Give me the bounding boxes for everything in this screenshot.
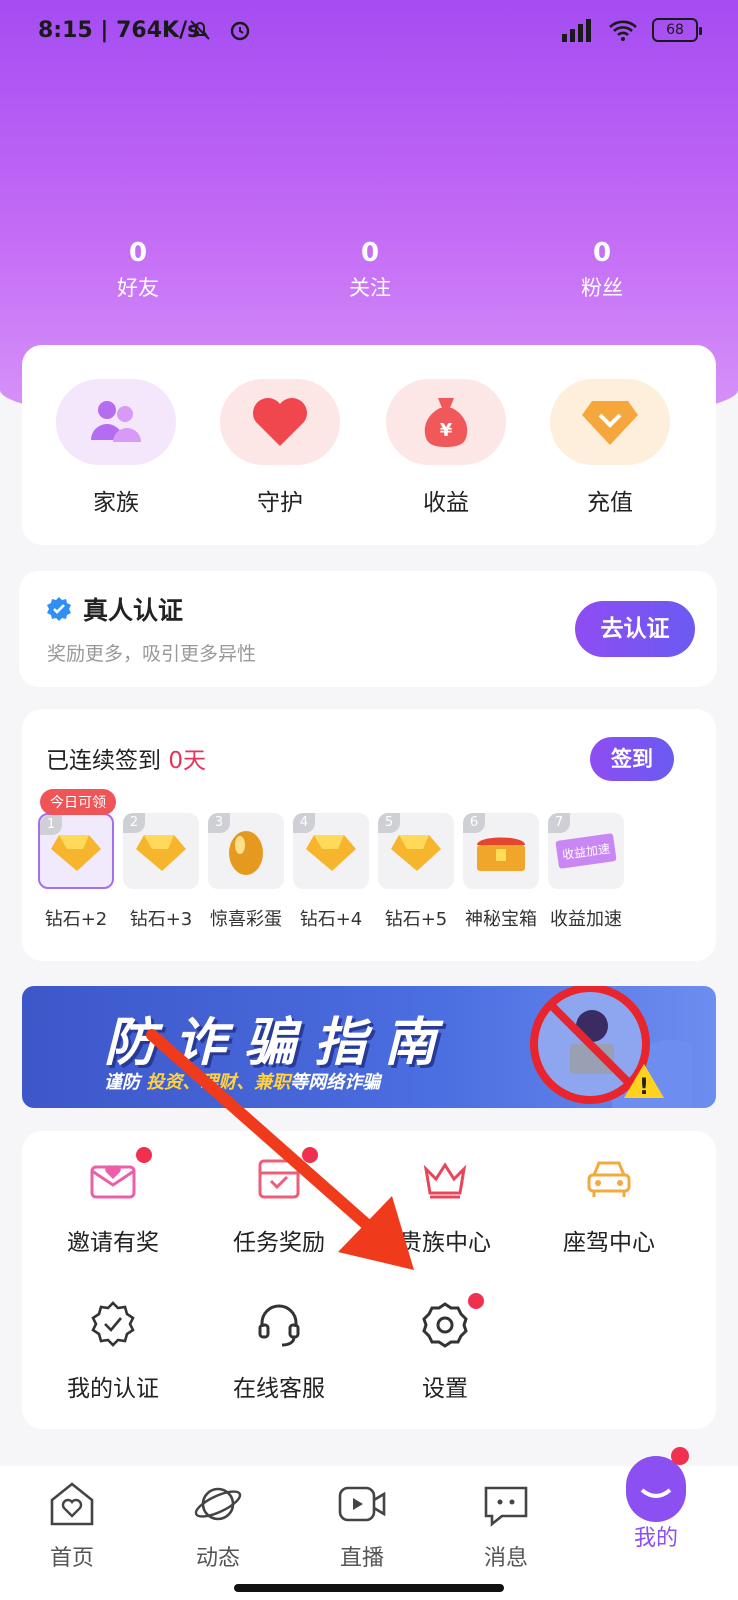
boost-ticket-icon: 收益加速 <box>555 833 617 869</box>
signin-day-7[interactable]: 7 收益加速 收益加速 <box>548 813 624 931</box>
profile-icon <box>626 1447 689 1522</box>
signin-button[interactable]: 签到 <box>590 737 674 781</box>
signin-streak-text: 已连续签到 0天 <box>46 748 206 774</box>
family-icon <box>91 401 141 442</box>
tab-live[interactable]: 直播 <box>312 1478 412 1572</box>
banner-subtitle: 谨防 投资、理财、兼职等网络诈骗 <box>104 1072 381 1093</box>
quick-actions-card: 家族 守护 ¥ 收益 充值 <box>22 345 716 545</box>
today-claimable-badge: 今日可领 <box>40 789 116 815</box>
quick-family[interactable]: 家族 <box>56 379 176 517</box>
anti-fraud-banner[interactable]: 防诈骗指南 谨防 投资、理财、兼职等网络诈骗 ! <box>22 986 716 1108</box>
quick-recharge[interactable]: 充值 <box>550 379 670 517</box>
notification-dot <box>468 1293 484 1309</box>
home-icon <box>50 1482 94 1526</box>
signin-day-1[interactable]: 1 钻石+2 <box>38 813 114 931</box>
signin-day-5[interactable]: 5 钻石+5 <box>378 813 454 931</box>
headset-icon <box>258 1304 300 1347</box>
alarm-icon <box>230 21 250 41</box>
quick-guard[interactable]: 守护 <box>220 379 340 517</box>
gear-icon <box>422 1302 468 1348</box>
diamond-reward-icon <box>391 835 441 871</box>
tab-home[interactable]: 首页 <box>22 1478 122 1572</box>
signin-day-3[interactable]: 3 惊喜彩蛋 <box>208 813 284 931</box>
signin-day-6[interactable]: 6 神秘宝箱 <box>463 813 539 931</box>
treasure-chest-icon <box>477 837 525 871</box>
stat-following[interactable]: 0 关注 <box>300 238 440 302</box>
profile-stats: 0 好友 0 关注 0 粉丝 <box>0 238 738 318</box>
real-person-verification-card: 真人认证 奖励更多，吸引更多异性 去认证 <box>19 571 717 687</box>
menu-online-service[interactable]: 在线客服 <box>204 1299 354 1403</box>
menu-vehicle-center[interactable]: 座驾中心 <box>534 1153 684 1257</box>
certified-badge-icon <box>91 1301 135 1347</box>
verification-subtitle: 奖励更多，吸引更多异性 <box>47 643 257 665</box>
menu-invite-reward[interactable]: 邀请有奖 <box>38 1147 188 1257</box>
video-icon <box>338 1486 386 1522</box>
signin-day-2[interactable]: 2 钻石+3 <box>123 813 199 931</box>
diamond-reward-icon <box>136 835 186 871</box>
golden-egg-icon <box>229 831 263 875</box>
invite-envelope-icon <box>90 1165 136 1199</box>
chat-icon <box>484 1486 528 1527</box>
banner-title: 防诈骗指南 <box>104 1013 455 1073</box>
mute-icon <box>190 20 210 40</box>
daily-signin-card: 已连续签到 0天 签到 1 钻石+2 2 钻石+3 3 惊喜彩蛋 4 钻石+4 … <box>22 709 716 961</box>
tab-messages[interactable]: 消息 <box>456 1478 556 1572</box>
money-bag-icon: ¥ <box>424 398 468 447</box>
menu-my-certification[interactable]: 我的认证 <box>38 1299 188 1403</box>
svg-text:!: ! <box>639 1075 649 1100</box>
signal-icon <box>562 19 591 42</box>
crown-icon <box>423 1162 467 1199</box>
status-time: 8:15 | 764K/s <box>38 18 201 43</box>
status-bar: 8:15 | 764K/s 68 <box>0 0 738 66</box>
planet-icon <box>194 1487 242 1521</box>
stat-fans[interactable]: 0 粉丝 <box>532 238 672 302</box>
notification-dot <box>136 1147 152 1163</box>
tab-mine[interactable]: 我的 <box>606 1446 706 1552</box>
diamond-icon <box>582 401 638 445</box>
svg-text:¥: ¥ <box>440 420 453 441</box>
stat-friends[interactable]: 0 好友 <box>68 238 208 302</box>
signin-day-4[interactable]: 4 钻石+4 <box>293 813 369 931</box>
battery-indicator: 68 <box>652 18 702 42</box>
diamond-reward-icon <box>51 835 101 871</box>
task-reward-icon <box>258 1159 300 1199</box>
tab-moments[interactable]: 动态 <box>168 1478 268 1572</box>
heart-icon <box>253 398 307 446</box>
home-indicator <box>234 1584 504 1592</box>
verification-title: 真人认证 <box>83 596 184 625</box>
menu-settings[interactable]: 设置 <box>370 1293 520 1403</box>
wifi-icon <box>609 20 637 41</box>
diamond-reward-icon <box>306 835 356 871</box>
quick-earnings[interactable]: ¥ 收益 <box>386 379 506 517</box>
go-verify-button[interactable]: 去认证 <box>575 601 695 657</box>
menu-task-reward[interactable]: 任务奖励 <box>204 1147 354 1257</box>
car-icon <box>587 1161 631 1197</box>
notification-dot <box>302 1147 318 1163</box>
no-scam-illustration-icon: ! <box>530 986 692 1108</box>
feature-menu-card: 邀请有奖 任务奖励 贵族中心 座驾中心 我的认证 在线客服 设置 <box>22 1131 716 1429</box>
verified-check-icon <box>47 597 71 621</box>
menu-noble-center[interactable]: 贵族中心 <box>370 1153 520 1257</box>
bottom-tab-bar: 首页 动态 直播 消息 我的 <box>0 1447 738 1600</box>
